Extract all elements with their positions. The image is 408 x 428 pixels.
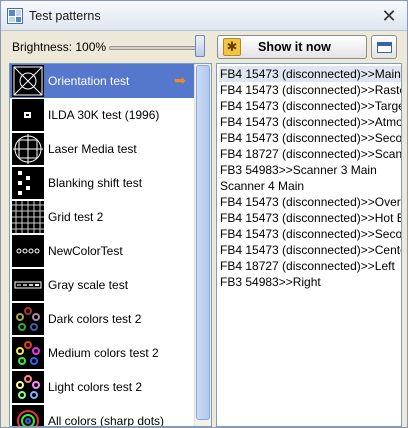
panel-splitter[interactable] <box>213 63 215 427</box>
pattern-list-item-label: Medium colors test 2 <box>48 346 159 360</box>
output-zone-row[interactable]: Scanner 4 Main <box>219 178 304 194</box>
pattern-list-item-label: NewColorTest <box>48 244 123 258</box>
toolbar: Brightness: 100% ✱ Show it now <box>1 32 407 62</box>
pattern-list-item-label: Grid test 2 <box>48 210 104 224</box>
output-zone-row[interactable]: FB4 15473 (disconnected)>>Center <box>219 242 401 258</box>
brightness-slider-thumb[interactable] <box>195 35 205 57</box>
blanking-shift-pattern-icon <box>12 167 44 199</box>
show-it-now-button[interactable]: ✱ Show it now <box>217 35 367 59</box>
all-colors-pattern-icon <box>12 405 44 426</box>
output-zone-row[interactable]: FB4 15473 (disconnected)>>Atmosphe <box>219 114 401 130</box>
pattern-list-item[interactable]: NewColorTest <box>10 234 194 268</box>
pattern-list-scrollbar[interactable] <box>194 64 211 426</box>
close-icon[interactable]: ✕ <box>379 6 399 26</box>
output-zone-row[interactable]: FB3 54983>>Scanner 3 Main <box>219 162 377 178</box>
pattern-list-item-label: ILDA 30K test (1996) <box>48 108 160 122</box>
pattern-list-item[interactable]: Grid test 2 <box>10 200 194 234</box>
output-zone-row[interactable]: FB4 15473 (disconnected)>>Raster G <box>219 82 401 98</box>
window-view-icon <box>377 42 392 53</box>
show-it-now-label: Show it now <box>258 40 331 54</box>
pattern-list-scrollbar-thumb[interactable] <box>196 65 210 420</box>
pattern-list-item[interactable]: Laser Media test <box>10 132 194 166</box>
pattern-list-item[interactable]: Light colors test 2 <box>10 370 194 404</box>
laser-show-icon: ✱ <box>223 38 241 56</box>
output-zone-list[interactable]: FB4 15473 (disconnected)>>Main GraFB4 15… <box>216 63 402 427</box>
selected-arrow-icon: ➡ <box>174 72 186 88</box>
pattern-list-item-label: Blanking shift test <box>48 176 143 190</box>
pattern-list-item[interactable]: ILDA 30K test (1996) <box>10 98 194 132</box>
pattern-list-item[interactable]: Blanking shift test <box>10 166 194 200</box>
laser-media-pattern-icon <box>12 133 44 165</box>
light-colors-pattern-icon <box>12 371 44 403</box>
orientation-pattern-icon <box>12 65 44 97</box>
pattern-list-item[interactable]: All colors (sharp dots) <box>10 404 194 427</box>
output-zone-row[interactable]: FB4 15473 (disconnected)>>Targeted <box>219 98 401 114</box>
output-zone-row[interactable]: FB4 15473 (disconnected)>>Seconda <box>219 130 401 146</box>
grid-pattern-icon <box>12 201 44 233</box>
output-zone-row[interactable]: FB4 15473 (disconnected)>>Main Gra <box>219 66 401 82</box>
output-zone-row[interactable]: FB4 15473 (disconnected)>>Hot Bear <box>219 210 401 226</box>
dark-colors-pattern-icon <box>12 303 44 335</box>
output-zone-row[interactable]: FB4 15473 (disconnected)>>Overhea <box>219 194 401 210</box>
ilda-pattern-icon <box>12 99 44 131</box>
pattern-list-item-label: Orientation test <box>48 74 130 88</box>
output-zone-row[interactable]: FB3 54983>>Right <box>219 274 321 290</box>
app-window-icon <box>7 8 23 24</box>
pattern-list-item-label: All colors (sharp dots) <box>48 414 165 427</box>
pattern-list-item-label: Gray scale test <box>48 278 129 292</box>
pattern-list-item-label: Laser Media test <box>48 142 137 156</box>
brightness-label: Brightness: 100% <box>12 40 107 54</box>
pattern-list-item[interactable]: Dark colors test 2 <box>10 302 194 336</box>
window-title: Test patterns <box>29 9 101 23</box>
gray-scale-pattern-icon <box>12 269 44 301</box>
window-view-button[interactable] <box>371 35 397 59</box>
output-zone-row[interactable]: FB4 15473 (disconnected)>>Seconda <box>219 226 401 242</box>
output-zone-row[interactable]: FB4 18727 (disconnected)>>Scanner <box>219 146 401 162</box>
title-bar[interactable]: Test patterns ✕ <box>1 1 407 31</box>
pattern-list-item-label: Dark colors test 2 <box>48 312 142 326</box>
pattern-list-item[interactable]: Gray scale test <box>10 268 194 302</box>
pattern-list-item[interactable]: Medium colors test 2 <box>10 336 194 370</box>
pattern-list-item-label: Light colors test 2 <box>48 380 143 394</box>
test-patterns-window: Test patterns ✕ Brightness: 100% ✱ Show … <box>0 0 408 428</box>
test-pattern-list[interactable]: All colors (sharp dots) Light colors test… <box>9 63 212 427</box>
medium-colors-pattern-icon <box>12 337 44 369</box>
pattern-list-item[interactable]: Orientation test ➡ <box>10 64 194 98</box>
brightness-slider[interactable] <box>109 46 201 50</box>
color-dots-pattern-icon <box>12 235 44 267</box>
output-zone-row[interactable]: FB4 18727 (disconnected)>>Left <box>219 258 395 274</box>
